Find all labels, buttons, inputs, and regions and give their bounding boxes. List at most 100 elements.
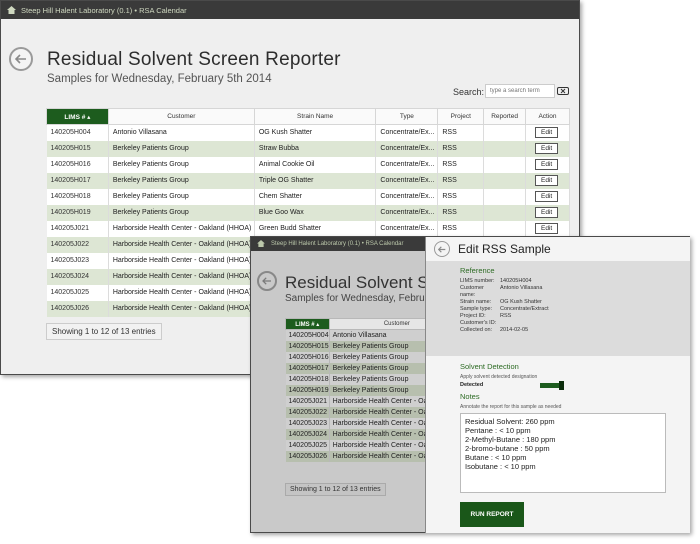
- cell-lims: 140205J026: [285, 450, 330, 462]
- detected-label: Detected: [460, 382, 484, 388]
- edit-button[interactable]: Edit: [535, 127, 559, 139]
- cell-lims: 140205J023: [285, 417, 330, 429]
- cell-type: Concentrate/Ex...: [375, 188, 439, 205]
- cell-action: Edit: [525, 124, 570, 141]
- reference-title: Reference: [460, 266, 495, 275]
- reference-row: LIMS number: 140205H004: [460, 278, 690, 285]
- reference-row: Project ID: RSS: [460, 313, 690, 320]
- notes-textarea[interactable]: Residual Solvent: 260 ppm Pentane : < 10…: [460, 413, 666, 493]
- reference-key: Sample type:: [460, 306, 493, 312]
- cell-action: Edit: [525, 220, 570, 237]
- cell-customer: Harborside Health Center - Oakland (HHOA…: [108, 284, 255, 301]
- cell-project: RSS: [437, 124, 485, 141]
- cell-customer: Berkeley Patients Group: [108, 156, 255, 173]
- reference-value: 140205H004: [500, 278, 532, 284]
- cell-customer: Berkeley Patients Group: [108, 188, 255, 205]
- column-header-strain[interactable]: Strain Name: [253, 108, 377, 125]
- detected-toggle[interactable]: [540, 380, 564, 390]
- home-icon[interactable]: [7, 6, 16, 14]
- reference-row: Sample type: Concentrate/Extract: [460, 306, 690, 313]
- reference-key: Customer name:: [460, 285, 484, 298]
- cell-lims: 140205H016: [285, 351, 330, 363]
- cell-strain: Triple OG Shatter: [254, 172, 377, 189]
- edit-button[interactable]: Edit: [535, 175, 559, 186]
- cell-type: Concentrate/Ex...: [375, 140, 439, 157]
- column-header-reported[interactable]: Reported: [483, 108, 527, 125]
- entries-info: Showing 1 to 12 of 13 entries: [285, 483, 386, 496]
- cell-strain: Straw Bubba: [254, 140, 377, 157]
- cell-type: Concentrate/Ex...: [375, 204, 439, 221]
- cell-lims: 140205H017: [46, 172, 109, 189]
- cell-strain: Chem Shatter: [254, 188, 377, 205]
- table-row: 140205H015 Berkeley Patients Group Straw B…: [46, 140, 570, 157]
- reference-value: OG Kush Shatter: [500, 299, 542, 305]
- edit-button[interactable]: Edit: [535, 207, 559, 218]
- column-header-lims[interactable]: LIMS # ▴: [285, 318, 330, 330]
- cell-reported: [483, 124, 527, 141]
- cell-strain: Green Budd Shatter: [254, 220, 377, 237]
- reference-value: Antonio Villasana: [500, 285, 543, 291]
- cell-lims: 140205H016: [46, 156, 109, 173]
- run-report-button[interactable]: RUN REPORT: [460, 502, 524, 527]
- cell-project: RSS: [437, 204, 485, 221]
- cell-type: Concentrate/Ex...: [375, 124, 439, 141]
- table-row: 140205H017 Berkeley Patients Group Triple …: [46, 172, 570, 189]
- table-row: 140205H004 Antonio Villasana OG Kush Shatt…: [46, 124, 570, 141]
- reference-key: Customer's ID:: [460, 320, 497, 326]
- cell-customer: Harborside Health Center - Oakland (HHOA…: [108, 236, 255, 253]
- titlebar-text: Steep Hill Halent Laboratory (0.1) • RSA…: [271, 241, 404, 247]
- cell-action: Edit: [525, 172, 570, 189]
- cell-lims: 140205H004: [46, 124, 109, 141]
- back-button[interactable]: [9, 47, 33, 71]
- page-title: Residual Solvent Screen Reporter: [47, 49, 341, 70]
- edit-button[interactable]: Edit: [535, 143, 559, 154]
- cell-lims: 140205J023: [46, 252, 109, 269]
- solvent-title: Solvent Detection: [460, 362, 519, 371]
- edit-button[interactable]: Edit: [535, 159, 559, 170]
- panel-title: Edit RSS Sample: [458, 242, 551, 256]
- home-icon[interactable]: [257, 240, 266, 248]
- cell-reported: [483, 140, 527, 157]
- column-header-customer[interactable]: Customer: [107, 108, 255, 125]
- cell-lims: 140205H019: [285, 384, 330, 396]
- solvent-hint: Apply solvent detected designation: [460, 374, 538, 380]
- column-header-lims[interactable]: LIMS # ▴: [46, 108, 109, 125]
- close-panel-button[interactable]: [434, 241, 450, 257]
- reference-key: LIMS number:: [460, 278, 495, 284]
- notes-section: Notes Annotate the report for this sampl…: [426, 392, 690, 527]
- clear-search-button[interactable]: [557, 87, 569, 95]
- edit-button[interactable]: Edit: [535, 223, 559, 234]
- table-header-row: LIMS # ▴ Customer Strain Name Type Proje…: [46, 108, 570, 125]
- cell-lims: 140205H018: [285, 373, 330, 385]
- reference-value: 2014-02-05: [500, 327, 529, 333]
- back-arrow-icon: [438, 245, 446, 253]
- column-header-project[interactable]: Project: [437, 108, 485, 125]
- cell-lims: 140205H004: [285, 329, 330, 341]
- cell-action: Edit: [525, 156, 570, 173]
- cell-customer: Harborside Health Center - Oakland (HHOA…: [108, 268, 255, 285]
- cell-customer: Harborside Health Center - Oakland (HHOA…: [108, 300, 255, 317]
- sort-asc-icon: ▴: [87, 113, 91, 121]
- reference-value: Concentrate/Extract: [500, 306, 549, 312]
- reference-value: RSS: [500, 313, 512, 319]
- cell-customer: Harborside Health Center - Oakland (HHOA…: [108, 252, 255, 269]
- back-button[interactable]: [257, 271, 277, 291]
- cell-lims: 140205H017: [285, 362, 330, 374]
- edit-sample-panel: Edit RSS Sample Reference LIMS number: 14…: [425, 237, 690, 533]
- cell-project: RSS: [437, 140, 485, 157]
- cell-project: RSS: [437, 172, 485, 189]
- search-input[interactable]: [485, 84, 555, 98]
- cell-lims: 140205J021: [285, 395, 330, 407]
- notes-hint: Annotate the report for this sample as n…: [460, 404, 562, 410]
- column-header-type[interactable]: Type: [375, 108, 439, 125]
- page-subtitle: Samples for Wednesday, February 5: [285, 293, 447, 304]
- titlebar-text: Steep Hill Halent Laboratory (0.1) • RSA…: [21, 5, 187, 15]
- cell-customer: Berkeley Patients Group: [108, 140, 255, 157]
- cell-action: Edit: [525, 188, 570, 205]
- search-label: Search:: [453, 87, 485, 97]
- panel-header: Edit RSS Sample: [426, 237, 690, 261]
- edit-button[interactable]: Edit: [535, 191, 559, 202]
- entries-info: Showing 1 to 12 of 13 entries: [46, 323, 162, 340]
- toggle-knob[interactable]: [559, 380, 564, 390]
- cell-reported: [483, 204, 527, 221]
